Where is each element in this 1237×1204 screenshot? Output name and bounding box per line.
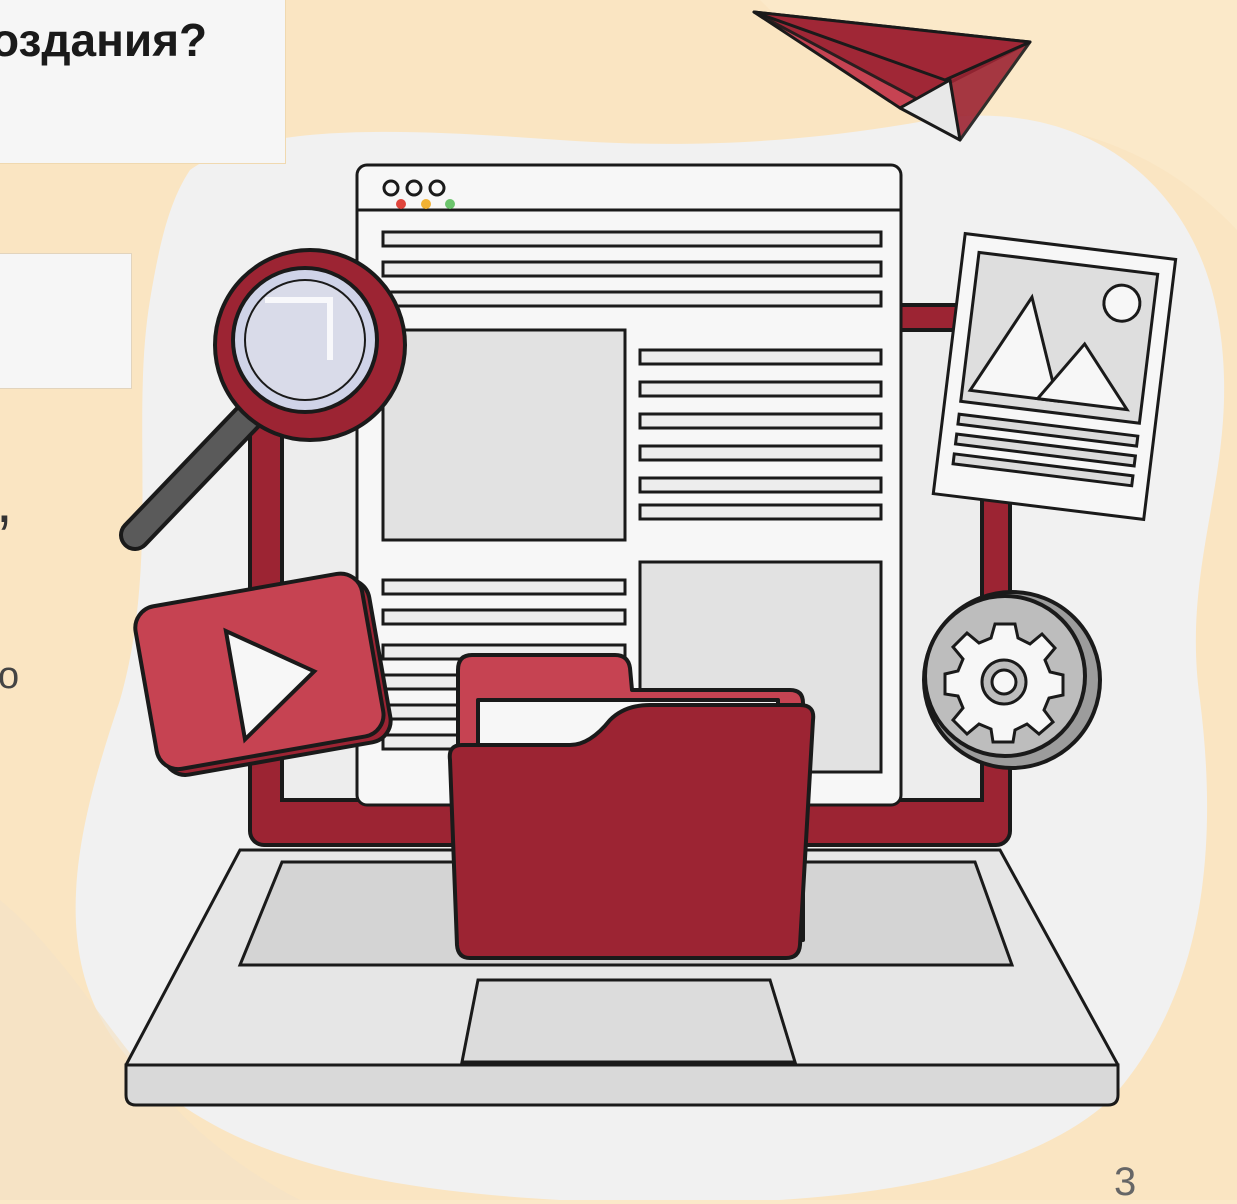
folder-icon <box>447 653 816 960</box>
paper-plane-icon <box>752 10 1032 142</box>
gear-icon <box>922 590 1102 770</box>
page-number: 3 <box>1114 1160 1137 1204</box>
web-illustration <box>119 10 1178 1107</box>
image-card-icon <box>931 231 1178 522</box>
